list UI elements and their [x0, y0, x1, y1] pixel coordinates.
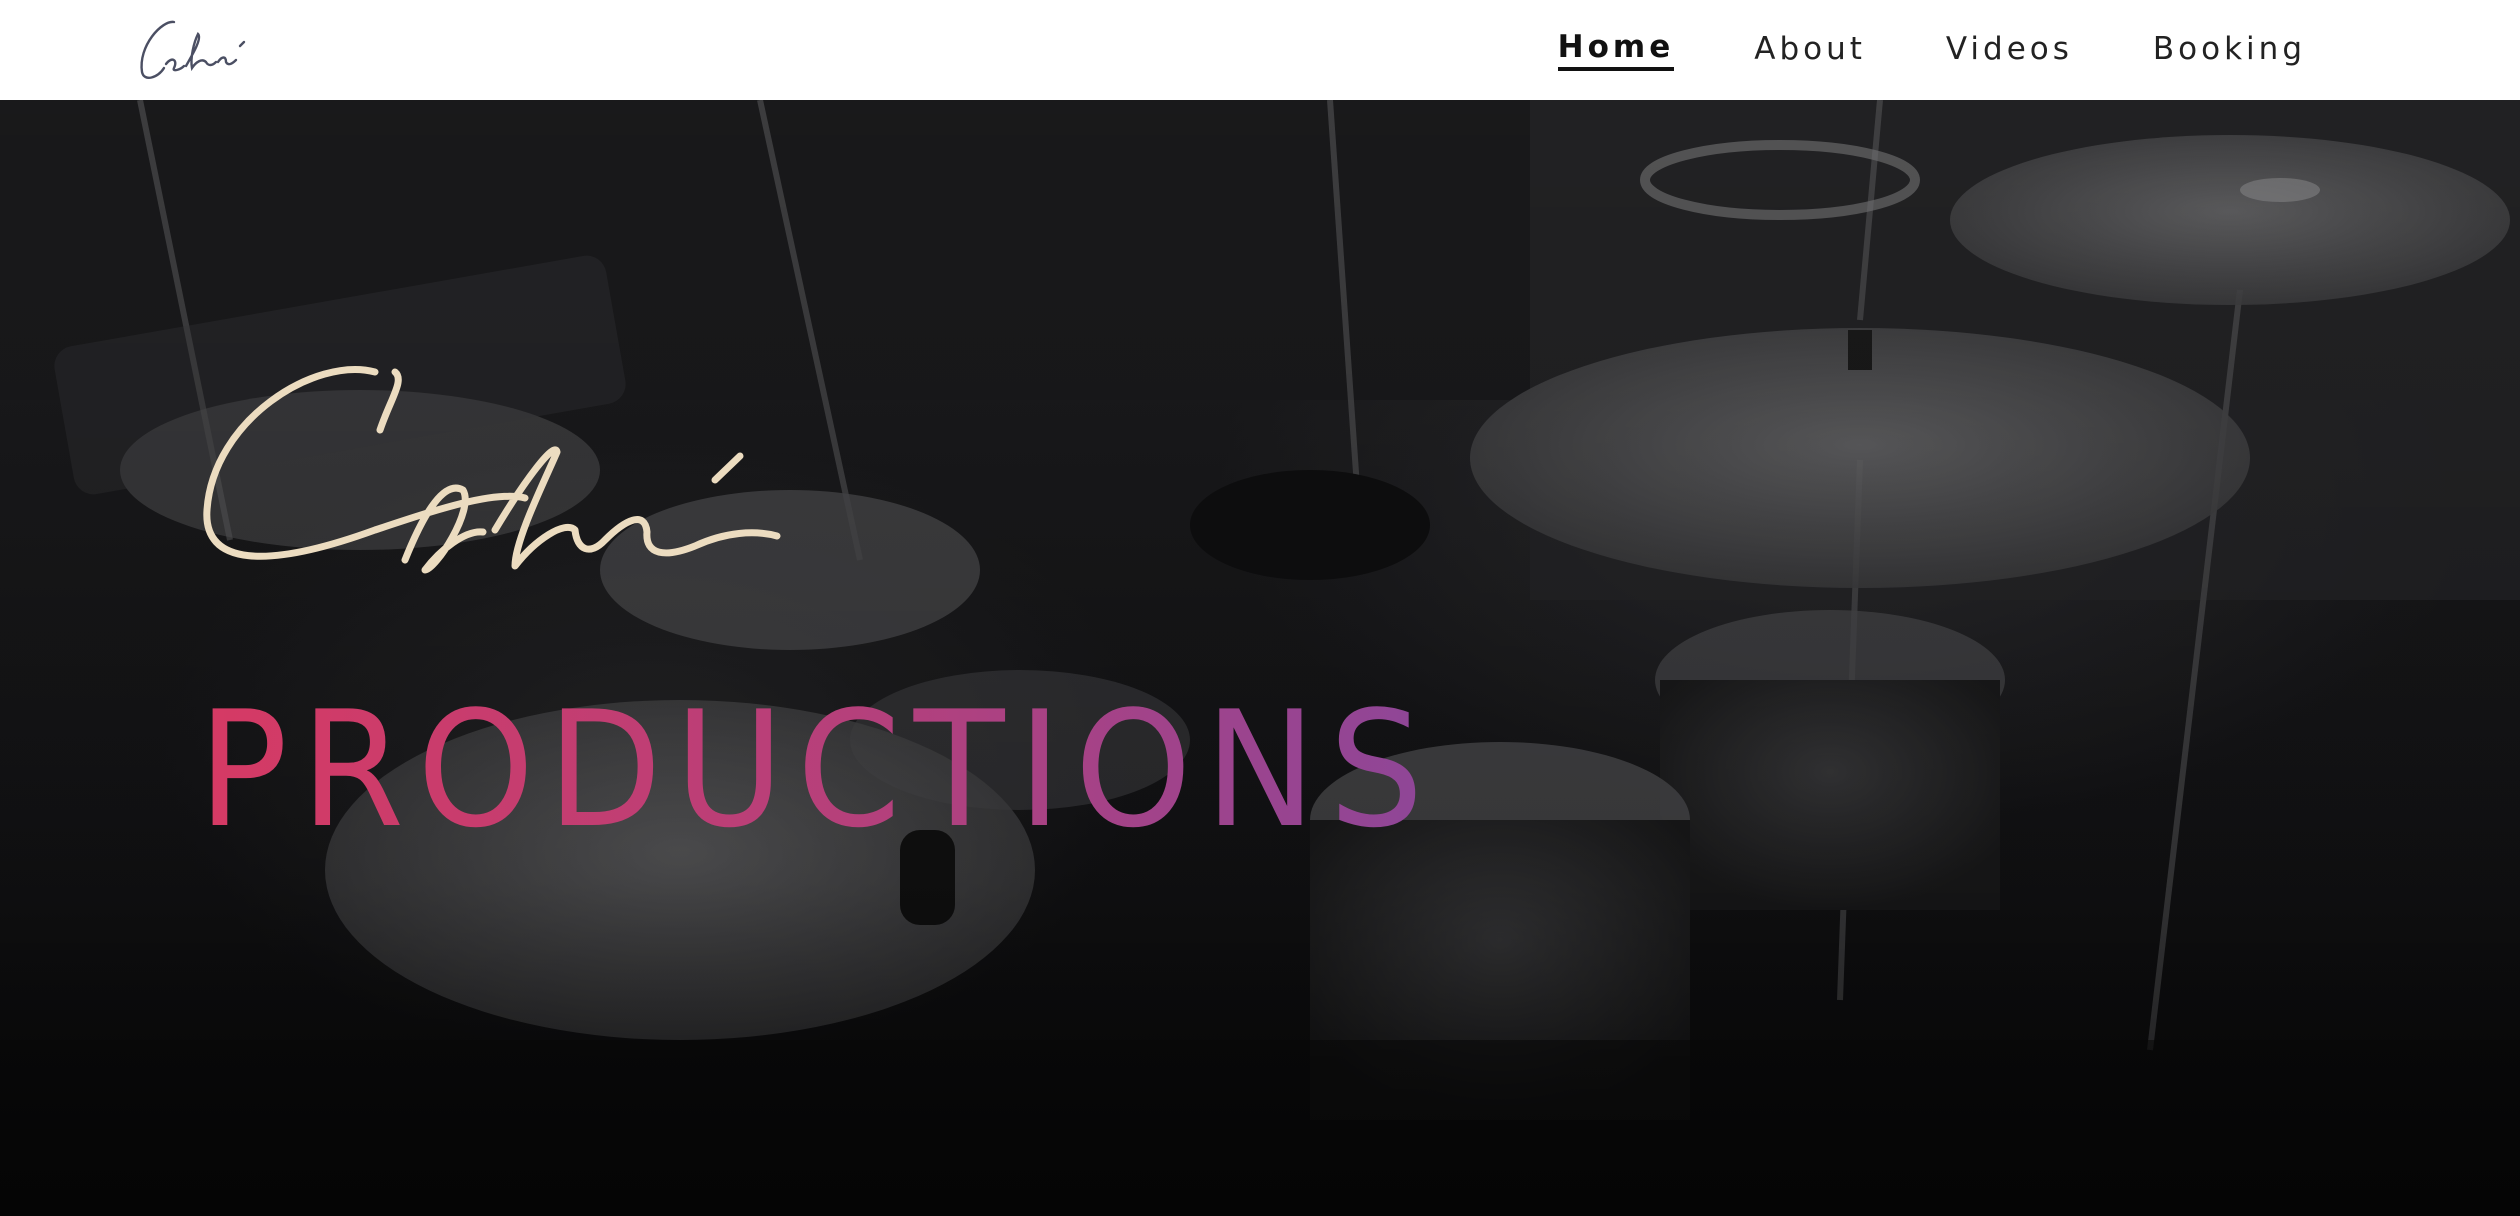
nav-about[interactable]: About: [1754, 31, 1866, 69]
site-header: Home About Videos Booking: [0, 0, 2520, 100]
main-nav: Home About Videos Booking: [1557, 0, 2306, 100]
nav-home[interactable]: Home: [1557, 29, 1675, 71]
calvi-signature-icon: [203, 366, 781, 574]
nav-videos[interactable]: Videos: [1946, 31, 2073, 69]
hero-banner: PRODUCTIONS: [0, 100, 2520, 1216]
nav-booking[interactable]: Booking: [2153, 31, 2306, 69]
hero-title: PRODUCTIONS: [198, 676, 1437, 863]
site-logo[interactable]: [132, 12, 302, 88]
calvi-signature-logo-icon: [140, 20, 246, 79]
